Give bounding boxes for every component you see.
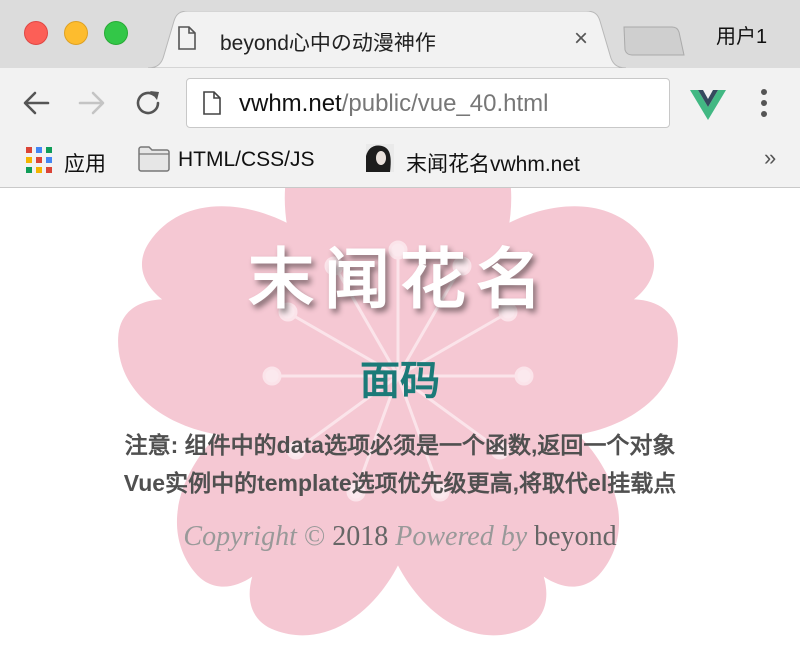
forward-arrow-icon[interactable] (78, 88, 106, 118)
bookmarks-bar: 应用 HTML/CSS/JS 末闻花名vwhm.net (0, 140, 800, 188)
url-path: /public/vue_40.html (341, 90, 549, 117)
bookmark-html-css-js[interactable]: HTML/CSS/JS (178, 148, 315, 172)
page-content: 末闻花名 面码 注意: 组件中的data选项必须是一个函数,返回一个对象 Vue… (0, 188, 800, 648)
page-info-icon[interactable] (203, 91, 221, 120)
url-host: vwhm.net (239, 90, 342, 117)
copyright-label: Copyright (183, 521, 297, 552)
page-title: 末闻花名 (248, 242, 552, 316)
tab-strip: beyond心中の动漫神作 × 用户1 (0, 0, 800, 68)
reload-icon[interactable] (134, 88, 164, 118)
profile-name[interactable]: 用户1 (716, 20, 767, 49)
bookmark-apps[interactable]: 应用 (64, 148, 106, 178)
bookmark-vwhm[interactable]: 末闻花名vwhm.net (406, 148, 580, 178)
new-tab-button[interactable] (620, 25, 686, 57)
folder-icon (138, 146, 170, 172)
tab-title: beyond心中の动漫神作 (220, 32, 436, 55)
address-bar[interactable]: vwhm.net/public/vue_40.html (186, 78, 670, 128)
avatar-icon (366, 144, 394, 172)
author-name: beyond (534, 521, 617, 552)
maximize-window-button[interactable] (104, 21, 128, 45)
note-line: 注意: 组件中的data选项必须是一个函数,返回一个对象 (124, 432, 676, 458)
page-icon (178, 26, 196, 55)
note-line: Vue实例中的template选项优先级更高,将取代el挂载点 (123, 470, 677, 496)
minimize-window-button[interactable] (64, 21, 88, 45)
vue-devtools-icon[interactable] (690, 90, 726, 120)
browser-menu-icon[interactable] (760, 88, 768, 118)
copyright-footer: Copyright © 2018 Powered by beyond (0, 521, 800, 553)
page-subtitle: 面码 (360, 359, 440, 403)
tab-close-icon[interactable]: × (574, 27, 588, 51)
bookmarks-more-icon[interactable]: » (764, 145, 776, 171)
powered-by-label: Powered by (395, 521, 528, 552)
close-window-button[interactable] (24, 21, 48, 45)
browser-toolbar: vwhm.net/public/vue_40.html (0, 68, 800, 140)
apps-grid-icon[interactable] (26, 147, 52, 173)
copyright-symbol: © (303, 521, 326, 552)
url-text: vwhm.net/public/vue_40.html (239, 90, 549, 118)
copyright-year: 2018 (332, 521, 389, 552)
active-tab[interactable]: beyond心中の动漫神作 × (148, 11, 626, 68)
back-arrow-icon[interactable] (22, 88, 50, 118)
